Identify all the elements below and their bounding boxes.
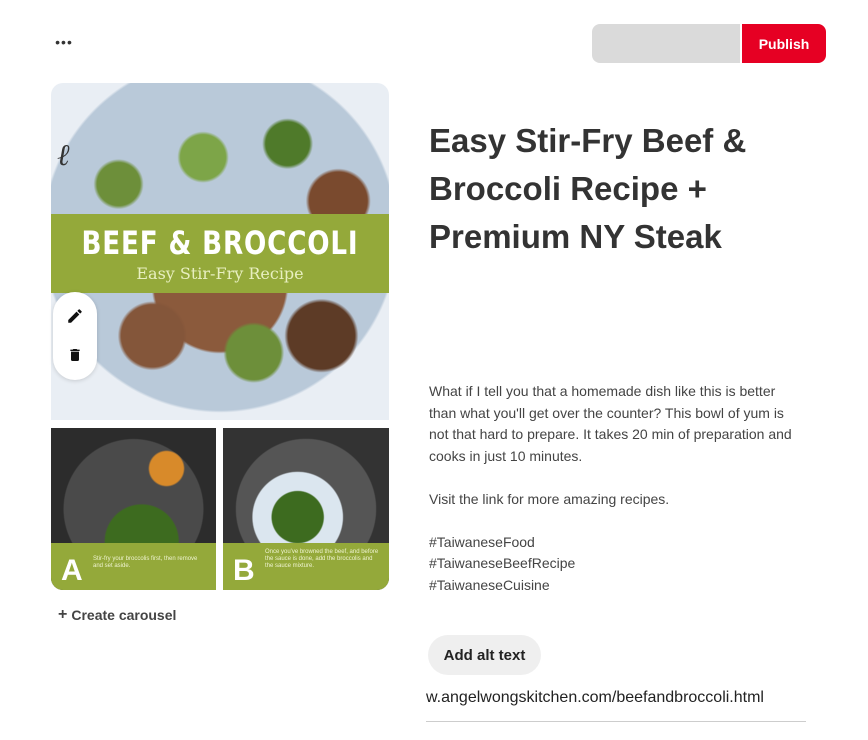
pin-image-subtitle: Easy Stir-Fry Recipe [136, 264, 304, 283]
step-a-caption: Stir-fry your broccolis first, then remo… [93, 556, 198, 569]
step-b-caption: Once you've browned the beef, and before… [265, 549, 379, 569]
pin-image-step-a: A Stir-fry your broccolis first, then re… [51, 428, 216, 590]
pin-image-logo: ℓ [57, 138, 70, 173]
more-options-button[interactable]: ••• [50, 28, 78, 56]
create-carousel-button[interactable]: + Create carousel [58, 606, 176, 624]
pin-image-title: BEEF & BROCCOLI [81, 224, 359, 262]
pin-image: ℓ BEEF & BROCCOLI Easy Stir-Fry Recipe A… [51, 83, 389, 590]
step-a-letter: A [61, 554, 83, 587]
pin-title[interactable]: Easy Stir-Fry Beef & Broccoli Recipe + P… [429, 117, 829, 261]
edit-button[interactable] [63, 304, 87, 328]
description-paragraph: Visit the link for more amazing recipes. [429, 490, 670, 507]
publish-button[interactable]: Publish [742, 24, 826, 63]
pencil-icon [68, 309, 82, 323]
trash-icon [70, 349, 80, 361]
pin-image-step-b: B Once you've browned the beef, and befo… [223, 428, 389, 590]
create-carousel-label: Create carousel [71, 607, 177, 623]
pin-image-main-photo: ℓ BEEF & BROCCOLI Easy Stir-Fry Recipe [51, 83, 389, 420]
delete-button[interactable] [63, 343, 87, 367]
destination-link-field[interactable]: w.angelwongskitchen.com/beefandbroccoli.… [426, 689, 806, 722]
step-b-band: B Once you've browned the beef, and befo… [223, 543, 389, 590]
description-paragraph: What if I tell you that a homemade dish … [429, 383, 792, 464]
destination-link-value: w.angelwongskitchen.com/beefandbroccoli.… [426, 689, 764, 706]
step-b-letter: B [233, 554, 255, 587]
board-select[interactable] [592, 24, 740, 63]
hashtag: #TaiwaneseCuisine [429, 576, 550, 593]
image-tools [53, 292, 97, 380]
plus-icon: + [58, 606, 68, 623]
pin-description[interactable]: What if I tell you that a homemade dish … [429, 381, 799, 596]
pin-image-title-band: BEEF & BROCCOLI Easy Stir-Fry Recipe [51, 214, 389, 293]
step-a-band: A Stir-fry your broccolis first, then re… [51, 543, 216, 590]
hashtag: #TaiwaneseBeefRecipe [429, 555, 576, 571]
add-alt-text-button[interactable]: Add alt text [428, 635, 541, 675]
hashtag: #TaiwaneseFood [429, 533, 535, 550]
